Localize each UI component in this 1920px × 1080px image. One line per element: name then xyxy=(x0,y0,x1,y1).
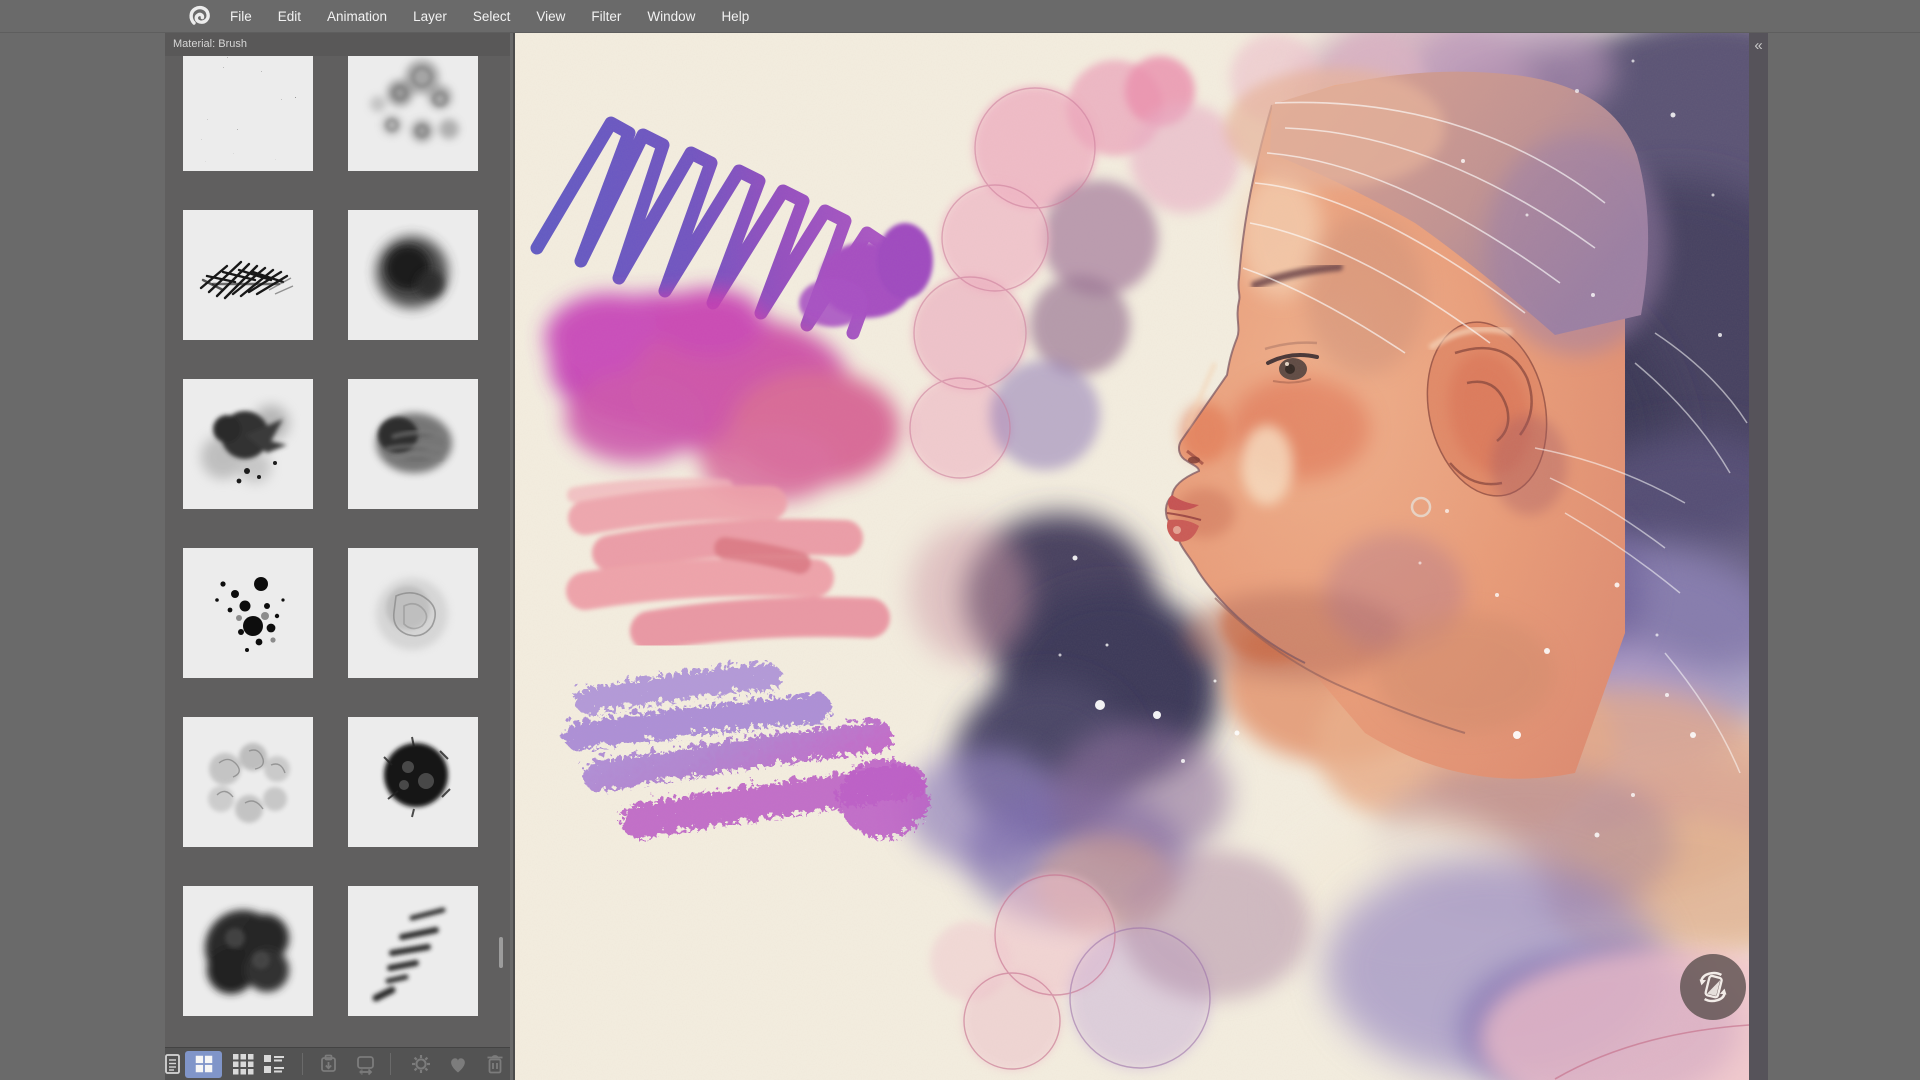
thumbnail-detail-view-icon[interactable] xyxy=(262,1052,286,1076)
thumbnail-small-view-icon[interactable] xyxy=(231,1052,255,1076)
menu-layer[interactable]: Layer xyxy=(413,9,447,24)
menu-filter[interactable]: Filter xyxy=(591,9,621,24)
brush-thumbnail[interactable] xyxy=(183,56,313,171)
menu-edit[interactable]: Edit xyxy=(278,9,301,24)
duplicate-material-icon xyxy=(354,1052,378,1076)
brush-thumbnail[interactable] xyxy=(348,548,478,678)
menu-help[interactable]: Help xyxy=(721,9,749,24)
paste-material-icon xyxy=(317,1052,341,1076)
collapse-panel-button[interactable]: « xyxy=(1749,33,1768,59)
material-panel: Material: Brush xyxy=(165,33,510,1080)
menu-bar: File Edit Animation Layer Select View Fi… xyxy=(0,0,1920,33)
menu-file[interactable]: File xyxy=(230,9,252,24)
menu-window[interactable]: Window xyxy=(647,9,695,24)
thumbnail-large-view-button[interactable] xyxy=(185,1051,222,1078)
brush-thumbnail[interactable] xyxy=(183,886,313,1016)
brush-thumbnail[interactable] xyxy=(183,210,313,340)
settings-gear-icon xyxy=(409,1052,433,1076)
canvas-viewport[interactable] xyxy=(513,33,1751,1080)
brush-thumbnail[interactable] xyxy=(183,548,313,678)
menu-animation[interactable]: Animation xyxy=(327,9,387,24)
material-panel-title: Material: Brush xyxy=(165,33,510,56)
right-panel-rail: « xyxy=(1749,33,1768,1080)
menu-select[interactable]: Select xyxy=(473,9,511,24)
brush-thumbnail[interactable] xyxy=(348,886,478,1016)
rotate-canvas-button[interactable] xyxy=(1680,954,1746,1020)
brush-thumbnail[interactable] xyxy=(348,717,478,847)
toolbar-separator xyxy=(390,1053,391,1075)
brush-thumbnail[interactable] xyxy=(348,56,478,171)
favorite-heart-icon xyxy=(446,1052,470,1076)
brush-thumbnail[interactable] xyxy=(348,379,478,509)
app-window: File Edit Animation Layer Select View Fi… xyxy=(0,0,1920,1080)
artwork-watercolor-portrait xyxy=(515,33,1749,1080)
toolbar-separator xyxy=(302,1053,303,1075)
menu-view[interactable]: View xyxy=(536,9,565,24)
material-list[interactable] xyxy=(165,56,510,1048)
brush-thumbnail[interactable] xyxy=(183,717,313,847)
brush-thumbnail[interactable] xyxy=(183,379,313,509)
tree-view-icon[interactable] xyxy=(162,1052,186,1076)
paper-grain xyxy=(515,33,1749,1080)
material-toolbar xyxy=(165,1047,510,1080)
delete-trash-icon xyxy=(483,1052,507,1076)
brush-thumbnail-grid xyxy=(165,56,510,1016)
app-logo-icon[interactable] xyxy=(186,3,212,29)
brush-thumbnail[interactable] xyxy=(348,210,478,340)
material-list-scrollbar[interactable] xyxy=(499,937,503,968)
